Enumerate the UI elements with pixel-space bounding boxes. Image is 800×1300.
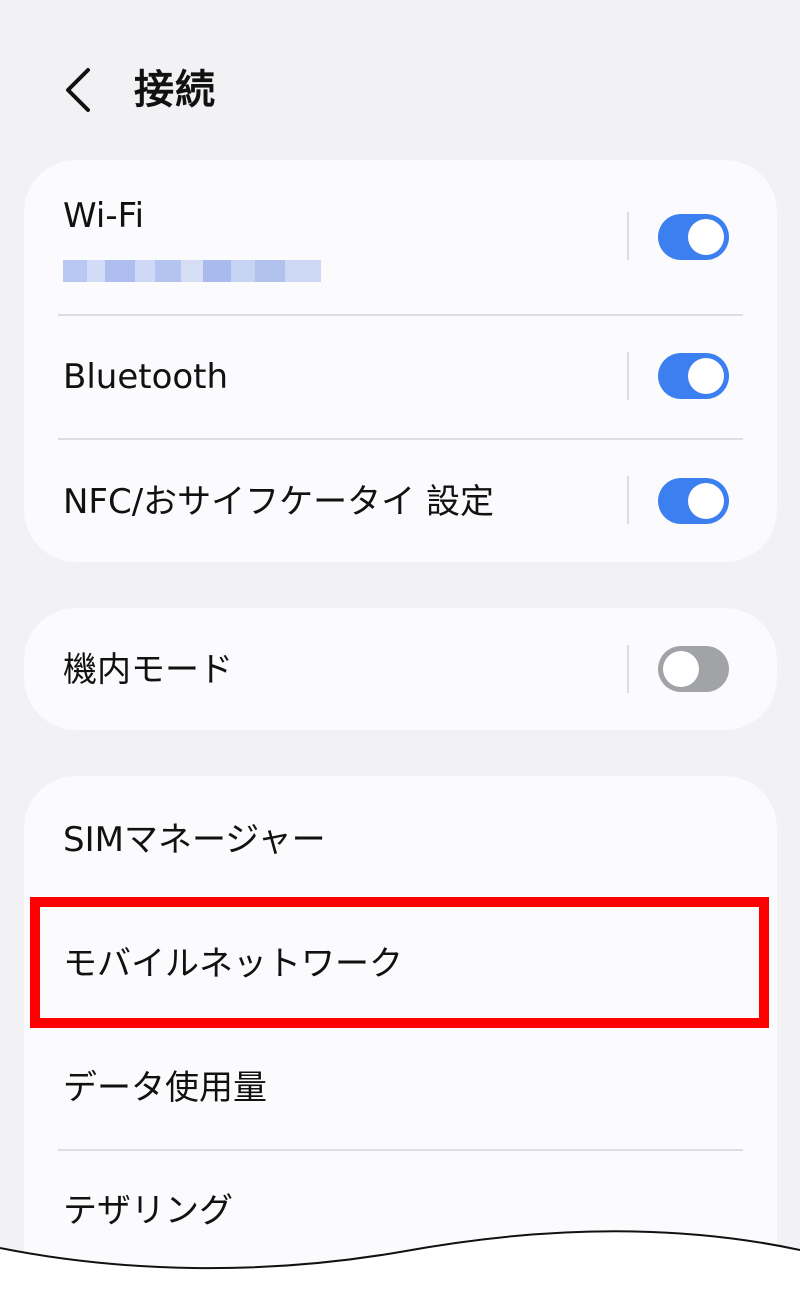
airplane-card: 機内モード [24,608,777,730]
sim-manager-row[interactable]: SIMマネージャー [24,776,777,898]
bluetooth-row[interactable]: Bluetooth [24,316,777,438]
toggle-knob [688,358,724,394]
chevron-left-icon [66,68,90,112]
bluetooth-label: Bluetooth [63,357,229,397]
wifi-toggle[interactable] [658,214,729,260]
wifi-label: Wi-Fi [63,196,145,236]
toggle-knob [663,651,699,687]
page-title: 接続 [134,67,216,113]
top-bar: 接続 [0,40,800,140]
divider-vertical [627,352,629,400]
mobile-network-label: モバイルネットワーク [63,944,403,984]
airplane-mode-label: 機内モード [63,650,233,690]
toggle-knob [688,219,724,255]
sim-manager-label: SIMマネージャー [63,820,326,860]
wifi-network-name-blurred [63,260,321,282]
airplane-mode-toggle[interactable] [658,646,729,692]
torn-edge [0,1230,800,1300]
mobile-network-row[interactable]: モバイルネットワーク [24,898,777,1028]
nfc-toggle[interactable] [658,478,729,524]
divider-vertical [627,476,629,524]
back-button[interactable] [52,58,112,122]
airplane-mode-row[interactable]: 機内モード [24,608,777,730]
data-usage-label: データ使用量 [63,1068,267,1108]
wifi-row[interactable]: Wi-Fi [24,160,777,315]
data-usage-row[interactable]: データ使用量 [24,1028,777,1148]
connectivity-card: Wi-Fi Bluetooth NFC/おサイフケータイ 設定 [24,160,777,562]
nfc-label: NFC/おサイフケータイ 設定 [63,482,494,522]
bluetooth-toggle[interactable] [658,353,729,399]
divider-vertical [627,212,629,260]
toggle-knob [688,483,724,519]
divider-vertical [627,645,629,693]
nfc-row[interactable]: NFC/おサイフケータイ 設定 [24,440,777,562]
